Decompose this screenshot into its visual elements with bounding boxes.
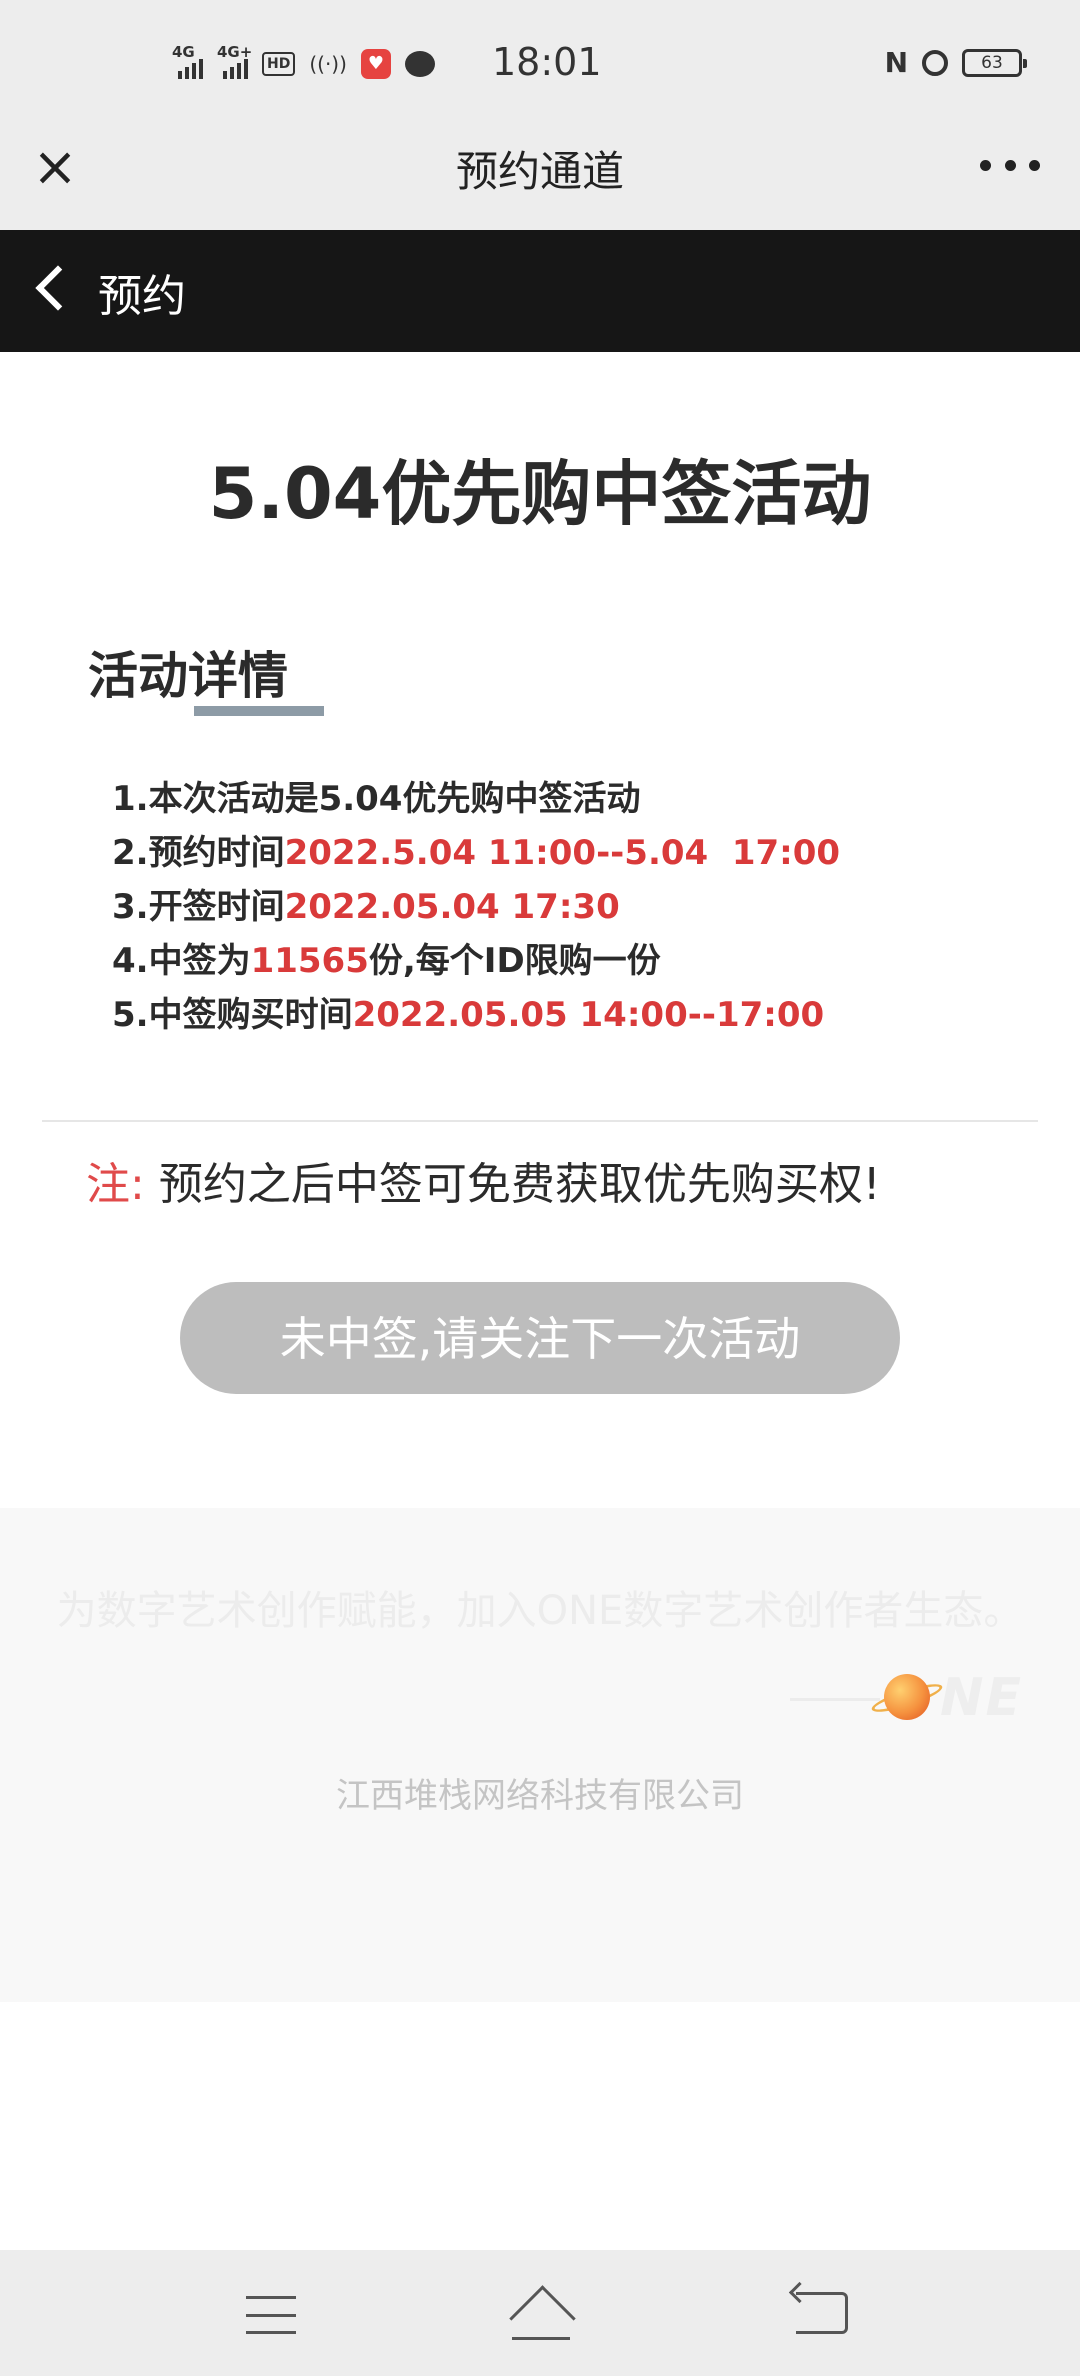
- message-icon: [404, 51, 435, 77]
- footer: 为数字艺术创作赋能，加入ONE数字艺术创作者生态。 NE 江西堆栈网络科技有限公…: [0, 1508, 1080, 2002]
- back-icon[interactable]: [796, 2292, 848, 2334]
- system-nav-bar: [0, 2250, 1080, 2376]
- logo-text: NE: [940, 1668, 1024, 1728]
- company-name: 江西堆栈网络科技有限公司: [336, 1776, 744, 1816]
- signal-icon-1: 4G: [172, 43, 203, 79]
- detail-item: 2.预约时间2022.5.04 11:00--5.04 17:00: [112, 833, 841, 873]
- page-header: 预约: [0, 230, 1080, 352]
- signal-icon-2: 4G+: [217, 43, 252, 79]
- one-logo: NE: [790, 1668, 1040, 1728]
- note-label: 注:: [86, 1159, 145, 1210]
- section-underline: [194, 706, 324, 716]
- detail-item: 1.本次活动是5.04优先购中签活动: [112, 779, 641, 819]
- status-right-icons: N 63: [884, 46, 1027, 79]
- status-bar: 4G 4G+ HD ((·)) ♥ 18:01 N 63: [0, 0, 1080, 130]
- page-title: 5.04优先购中签活动: [208, 453, 872, 535]
- footer-slogan: 为数字艺术创作赋能，加入ONE数字艺术创作者生态。: [56, 1588, 1024, 1634]
- battery-icon: 63: [962, 48, 1027, 77]
- status-button[interactable]: 未中签,请关注下一次活动: [180, 1282, 900, 1394]
- status-time: 18:01: [492, 40, 602, 84]
- signal-label-1: 4G: [172, 43, 195, 61]
- section-title: 活动详情: [88, 647, 288, 705]
- note: 注: 预约之后中签可免费获取优先购买权!: [86, 1148, 880, 1212]
- hotspot-icon: ((·)): [309, 52, 347, 76]
- nfc-icon: N: [884, 46, 908, 79]
- note-text: 预约之后中签可免费获取优先购买权!: [158, 1159, 881, 1210]
- menu-icon[interactable]: [246, 2296, 296, 2334]
- home-icon[interactable]: [506, 2285, 576, 2352]
- divider: [42, 1120, 1038, 1122]
- nav-title: 预约通道: [455, 147, 624, 196]
- detail-item: 5.中签购买时间2022.05.05 14:00--17:00: [112, 995, 825, 1035]
- page-header-title: 预约: [98, 271, 186, 322]
- alarm-icon: [922, 49, 948, 76]
- signal-label-2: 4G+: [217, 43, 253, 61]
- app-notification-icon: ♥: [360, 49, 391, 79]
- detail-item: 4.中签为11565份,每个ID限购一份: [112, 941, 661, 981]
- status-left-icons: 4G 4G+ HD ((·)) ♥: [172, 43, 435, 84]
- planet-icon: [884, 1674, 930, 1720]
- back-arrow-icon[interactable]: [35, 265, 81, 311]
- webview-nav-bar: × 预约通道: [0, 130, 1080, 230]
- detail-item: 3.开签时间2022.05.04 17:30: [112, 887, 620, 927]
- activity-details-list: 1.本次活动是5.04优先购中签活动 2.预约时间2022.5.04 11:00…: [112, 772, 840, 1042]
- hd-icon: HD: [262, 52, 296, 76]
- more-icon[interactable]: [980, 140, 1040, 190]
